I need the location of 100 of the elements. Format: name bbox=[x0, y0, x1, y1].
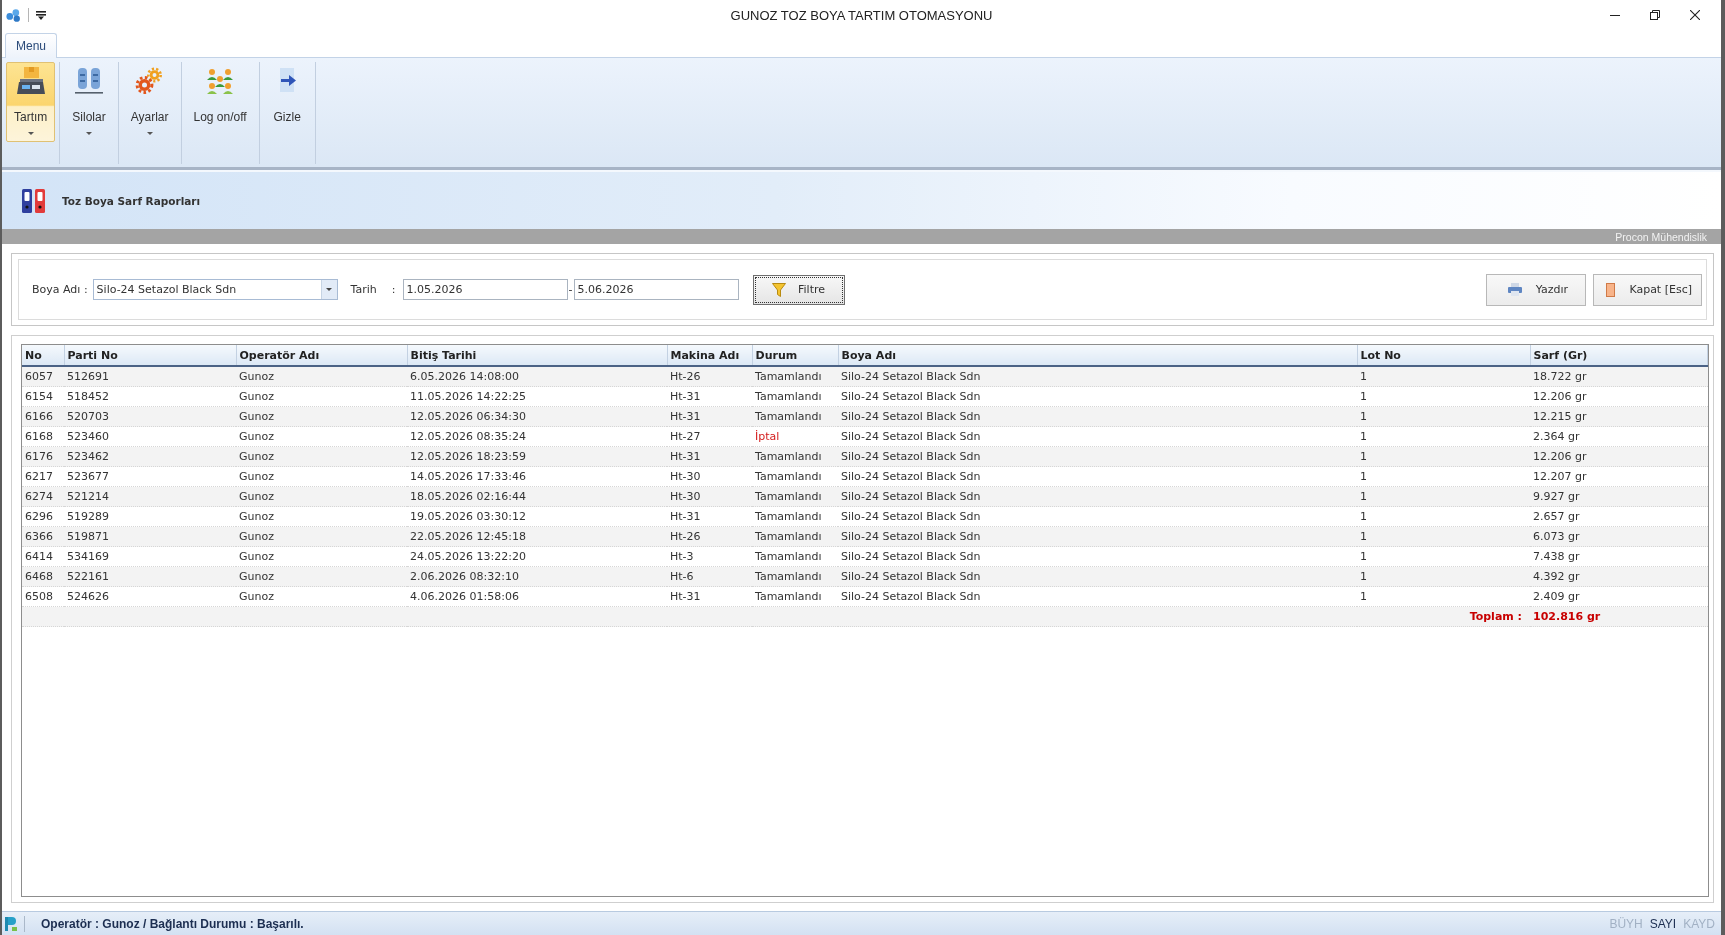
ribbon-button[interactable]: Silolar bbox=[64, 62, 114, 142]
ribbon-button[interactable]: Log on/off bbox=[185, 62, 255, 142]
keyboard-indicator: BÜYH bbox=[1609, 916, 1643, 931]
table-cell: 519871 bbox=[64, 526, 236, 547]
table-cell: 1 bbox=[1357, 566, 1530, 587]
table-cell: Ht-31 bbox=[667, 386, 752, 407]
table-cell: 1 bbox=[1357, 486, 1530, 507]
table-cell: Gunoz bbox=[236, 506, 407, 527]
table-cell: 522161 bbox=[64, 566, 236, 587]
column-header[interactable]: Durum bbox=[752, 345, 838, 366]
table-cell: 12.05.2026 08:35:24 bbox=[407, 426, 667, 447]
table-row[interactable]: 6274 521214 Gunoz 18.05.2026 02:16:44 Ht-30 Tamamlandı Silo-24 Setazol Black Sdn 1 9.927 gr bbox=[22, 486, 1708, 507]
table-row[interactable]: 6508 524626 Gunoz 4.06.2026 01:58:06 Ht-31 Tamamlandı Silo-24 Setazol Black Sdn 1 2.409 gr bbox=[22, 586, 1708, 607]
quick-access-menu-icon[interactable] bbox=[36, 10, 46, 20]
column-header[interactable]: Boya Adı bbox=[838, 345, 1357, 366]
table-cell: 6168 bbox=[22, 426, 64, 447]
table-cell: İptal bbox=[752, 426, 838, 447]
table-cell: 520703 bbox=[64, 406, 236, 427]
table-cell: 1 bbox=[1357, 466, 1530, 487]
table-row[interactable]: 6414 534169 Gunoz 24.05.2026 13:22:20 Ht-3 Tamamlandı Silo-24 Setazol Black Sdn 1 7.438 gr bbox=[22, 546, 1708, 567]
table-row[interactable]: 6296 519289 Gunoz 19.05.2026 03:30:12 Ht-31 Tamamlandı Silo-24 Setazol Black Sdn 1 2.657 gr bbox=[22, 506, 1708, 527]
close-window-button[interactable]: Kapat [Esc] bbox=[1593, 273, 1702, 306]
table-row[interactable]: 6057 512691 Gunoz 6.05.2026 14:08:00 Ht-26 Tamamlandı Silo-24 Setazol Black Sdn 1 18.722 gr bbox=[22, 366, 1708, 387]
table-cell: 4.06.2026 01:58:06 bbox=[407, 586, 667, 607]
print-button[interactable]: Yazdır bbox=[1486, 273, 1587, 306]
ribbon-button[interactable]: Tartım bbox=[6, 62, 56, 142]
door-icon bbox=[1606, 282, 1616, 297]
table-cell: Silo-24 Setazol Black Sdn bbox=[838, 386, 1357, 407]
table-cell: 18.722 gr bbox=[1530, 366, 1708, 387]
table-cell: 6166 bbox=[22, 406, 64, 427]
table-cell: Silo-24 Setazol Black Sdn bbox=[838, 526, 1357, 547]
table-cell: 6.05.2026 14:08:00 bbox=[407, 366, 667, 387]
date-from-field[interactable]: 1.05.2026 bbox=[402, 279, 568, 300]
table-cell: Gunoz bbox=[236, 406, 407, 427]
table-cell: Ht-27 bbox=[667, 426, 752, 447]
table-row[interactable]: 6168 523460 Gunoz 12.05.2026 08:35:24 Ht-27 İptal Silo-24 Setazol Black Sdn 1 2.364 gr bbox=[22, 426, 1708, 447]
table-cell: Ht-26 bbox=[667, 366, 752, 387]
table-cell: Tamamlandı bbox=[752, 486, 838, 507]
table-row[interactable]: 6217 523677 Gunoz 14.05.2026 17:33:46 Ht-30 Tamamlandı Silo-24 Setazol Black Sdn 1 12.207 gr bbox=[22, 466, 1708, 487]
table-cell: Ht-31 bbox=[667, 506, 752, 527]
report-title: Toz Boya Sarf Raporları bbox=[62, 194, 201, 207]
date-to-field[interactable]: 5.06.2026 bbox=[573, 279, 739, 300]
table-cell: Ht-31 bbox=[667, 586, 752, 607]
status-text: Operatör : Gunoz / Bağlantı Durumu : Başarılı. bbox=[41, 916, 304, 931]
table-cell: 2.06.2026 08:32:10 bbox=[407, 566, 667, 587]
date-colon: : bbox=[391, 283, 396, 296]
column-header[interactable]: No bbox=[22, 345, 64, 366]
table-row[interactable]: 6366 519871 Gunoz 22.05.2026 12:45:18 Ht-26 Tamamlandı Silo-24 Setazol Black Sdn 1 6.073 gr bbox=[22, 526, 1708, 547]
ribbon-tab[interactable]: Menu bbox=[5, 33, 58, 58]
table-cell: Tamamlandı bbox=[752, 526, 838, 547]
close-icon bbox=[1690, 10, 1700, 20]
column-header[interactable]: Makina Adı bbox=[667, 345, 752, 366]
table-row[interactable]: 6176 523462 Gunoz 12.05.2026 18:23:59 Ht-31 Tamamlandı Silo-24 Setazol Black Sdn 1 12.206 gr bbox=[22, 446, 1708, 467]
table-cell: 6274 bbox=[22, 486, 64, 507]
ribbon-button[interactable]: Ayarlar bbox=[122, 62, 177, 142]
funnel-icon bbox=[772, 282, 786, 297]
table-cell: 12.215 gr bbox=[1530, 406, 1708, 427]
table-cell: Silo-24 Setazol Black Sdn bbox=[838, 586, 1357, 607]
table-cell: Tamamlandı bbox=[752, 506, 838, 527]
column-header[interactable]: Sarf (Gr) bbox=[1530, 345, 1708, 366]
table-cell: Tamamlandı bbox=[752, 466, 838, 487]
table-cell: 1 bbox=[1357, 526, 1530, 547]
table-row[interactable]: 6166 520703 Gunoz 12.05.2026 06:34:30 Ht-31 Tamamlandı Silo-24 Setazol Black Sdn 1 12.215 gr bbox=[22, 406, 1708, 427]
table-cell: 1 bbox=[1357, 506, 1530, 527]
table-cell: Gunoz bbox=[236, 566, 407, 587]
column-header[interactable]: Bitiş Tarihi bbox=[407, 345, 667, 366]
combo-dropdown-button[interactable] bbox=[320, 280, 337, 299]
table-cell: 6414 bbox=[22, 546, 64, 567]
table-cell: 6057 bbox=[22, 366, 64, 387]
table-row[interactable]: 6154 518452 Gunoz 11.05.2026 14:22:25 Ht-31 Tamamlandı Silo-24 Setazol Black Sdn 1 12.206 gr bbox=[22, 386, 1708, 407]
filter-button[interactable]: Filtre bbox=[752, 274, 845, 305]
table-cell: Silo-24 Setazol Black Sdn bbox=[838, 546, 1357, 567]
table-cell: Tamamlandı bbox=[752, 366, 838, 387]
paint-combo[interactable]: Silo-24 Setazol Black Sdn bbox=[92, 279, 338, 300]
window-title: GUNOZ TOZ BOYA TARTIM OTOMASYONU bbox=[730, 7, 993, 23]
table-cell: 519289 bbox=[64, 506, 236, 527]
table-cell: 12.05.2026 06:34:30 bbox=[407, 406, 667, 427]
table-cell: 19.05.2026 03:30:12 bbox=[407, 506, 667, 527]
table-cell: Tamamlandı bbox=[752, 406, 838, 427]
total-value: 102.816 gr bbox=[1530, 606, 1708, 627]
keyboard-indicator: SAYI bbox=[1649, 916, 1677, 931]
table-cell: Silo-24 Setazol Black Sdn bbox=[838, 466, 1357, 487]
ribbon-button[interactable]: Gizle bbox=[263, 62, 311, 142]
table-row[interactable]: 6468 522161 Gunoz 2.06.2026 08:32:10 Ht-6 Tamamlandı Silo-24 Setazol Black Sdn 1 4.392 gr bbox=[22, 566, 1708, 587]
column-header[interactable]: Lot No bbox=[1357, 345, 1530, 366]
table-cell: 12.207 gr bbox=[1530, 466, 1708, 487]
table-cell: Gunoz bbox=[236, 446, 407, 467]
table-cell: 524626 bbox=[64, 586, 236, 607]
column-header[interactable]: Parti No bbox=[64, 345, 236, 366]
table-cell: Silo-24 Setazol Black Sdn bbox=[838, 566, 1357, 587]
table-cell: 12.206 gr bbox=[1530, 386, 1708, 407]
table-cell: 2.364 gr bbox=[1530, 426, 1708, 447]
table-cell: 22.05.2026 12:45:18 bbox=[407, 526, 667, 547]
table-cell: 12.05.2026 18:23:59 bbox=[407, 446, 667, 467]
company-name: Procon Mühendislik bbox=[1615, 230, 1707, 243]
column-header[interactable]: Operatör Adı bbox=[236, 345, 407, 366]
table-cell: Ht-3 bbox=[667, 546, 752, 567]
table-cell: 1 bbox=[1357, 586, 1530, 607]
table-cell: 521214 bbox=[64, 486, 236, 507]
table-cell: 11.05.2026 14:22:25 bbox=[407, 386, 667, 407]
